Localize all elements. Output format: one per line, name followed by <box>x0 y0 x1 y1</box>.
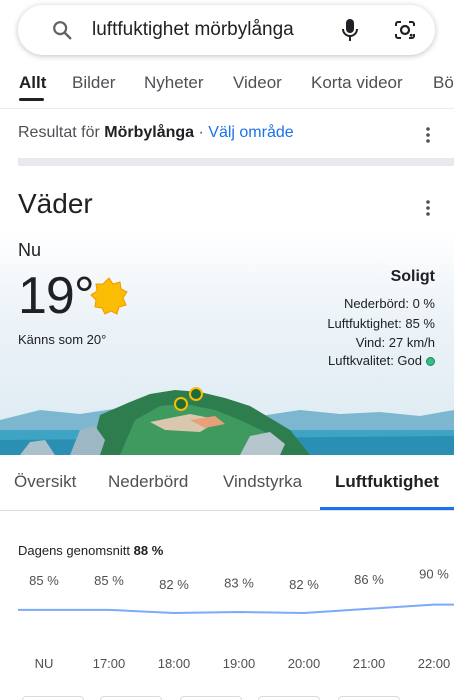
feels-like: Känns som 20° <box>18 332 107 347</box>
daily-average-value: 88 % <box>133 543 164 558</box>
air-quality-value: Luftkvalitet: God <box>328 353 422 368</box>
now-label: Nu <box>18 240 42 260</box>
section-separator <box>18 158 454 166</box>
precipitation-value: Nederbörd: 0 % <box>343 296 435 311</box>
microphone-icon[interactable] <box>338 5 362 55</box>
daily-average: Dagens genomsnitt 88 % <box>18 543 163 558</box>
result-prefix: Resultat för <box>18 124 105 141</box>
time-tick-label: 20:00 <box>288 656 321 671</box>
tab-news[interactable]: Nyheter <box>144 73 204 93</box>
time-tick-label: 22:00 <box>418 656 451 671</box>
active-tab-indicator <box>19 98 44 101</box>
weather-more-icon[interactable] <box>418 198 438 218</box>
time-tick-label: 18:00 <box>158 656 191 671</box>
wx-tab-precipitation[interactable]: Nederbörd <box>108 472 188 492</box>
bottom-card[interactable] <box>338 696 400 700</box>
humidity-value-label: 85 % <box>29 573 59 588</box>
daily-average-label: Dagens genomsnitt <box>18 543 134 558</box>
humidity-value-label: 82 % <box>289 577 319 592</box>
search-tabs: Allt Bilder Nyheter Videor Korta videor … <box>0 60 454 105</box>
search-input[interactable]: luftfuktighet mörbylånga <box>92 5 294 55</box>
result-place: Mörbylånga <box>104 124 195 141</box>
humidity-chart: 85 % NU 85 % 17:00 82 % 18:00 83 % 19:00 82 % 20:… <box>18 567 454 671</box>
search-icon[interactable] <box>48 5 76 55</box>
bottom-card[interactable] <box>22 696 84 700</box>
time-tick-label: 17:00 <box>93 656 126 671</box>
humidity-value-label: 85 % <box>94 573 124 588</box>
weather-title: Väder <box>18 188 93 219</box>
tab-short-videos[interactable]: Korta videor <box>311 73 403 93</box>
weather-tabs-divider <box>0 510 454 511</box>
result-separator: · <box>194 124 209 141</box>
tab-books[interactable]: Bö <box>433 73 454 93</box>
tab-videos[interactable]: Videor <box>233 73 282 93</box>
time-tick-label: NU <box>35 656 54 671</box>
location-result-line: Resultat för Mörbylånga · Välj område <box>18 124 294 142</box>
bottom-cards-row <box>0 696 454 700</box>
lens-camera-icon[interactable] <box>392 5 418 55</box>
humidity-value-label: 82 % <box>159 577 189 592</box>
humidity-line <box>18 603 454 614</box>
humidity-value-label: 86 % <box>354 572 384 587</box>
time-tick-label: 19:00 <box>223 656 256 671</box>
air-quality-row: Luftkvalitet: God <box>328 353 435 368</box>
sun-icon <box>89 276 129 316</box>
bottom-card[interactable] <box>258 696 320 700</box>
wx-tab-overview[interactable]: Översikt <box>14 472 76 492</box>
tabs-divider <box>0 108 454 109</box>
more-vert-icon[interactable] <box>418 125 438 145</box>
weather-tabs: Översikt Nederbörd Vindstyrka Luftfuktig… <box>0 455 454 511</box>
wx-tab-wind[interactable]: Vindstyrka <box>223 472 302 492</box>
tab-images[interactable]: Bilder <box>72 73 115 93</box>
weather-condition: Soligt <box>390 268 435 285</box>
weather-landscape-illustration <box>0 387 454 455</box>
wx-tab-humidity[interactable]: Luftfuktighet <box>335 472 439 492</box>
current-temperature: 19° <box>18 267 95 325</box>
time-tick-label: 21:00 <box>353 656 386 671</box>
tab-all[interactable]: Allt <box>19 73 46 93</box>
search-bar[interactable]: luftfuktighet mörbylånga <box>18 5 435 55</box>
wind-value: Vind: 27 km/h <box>355 335 435 350</box>
humidity-value-label: 90 % <box>419 567 449 582</box>
choose-area-link[interactable]: Välj område <box>208 124 293 141</box>
bottom-card[interactable] <box>180 696 242 700</box>
air-quality-dot <box>426 357 435 366</box>
humidity-value: Luftfuktighet: 85 % <box>327 316 435 331</box>
bottom-card[interactable] <box>100 696 162 700</box>
humidity-value-label: 83 % <box>224 576 254 591</box>
